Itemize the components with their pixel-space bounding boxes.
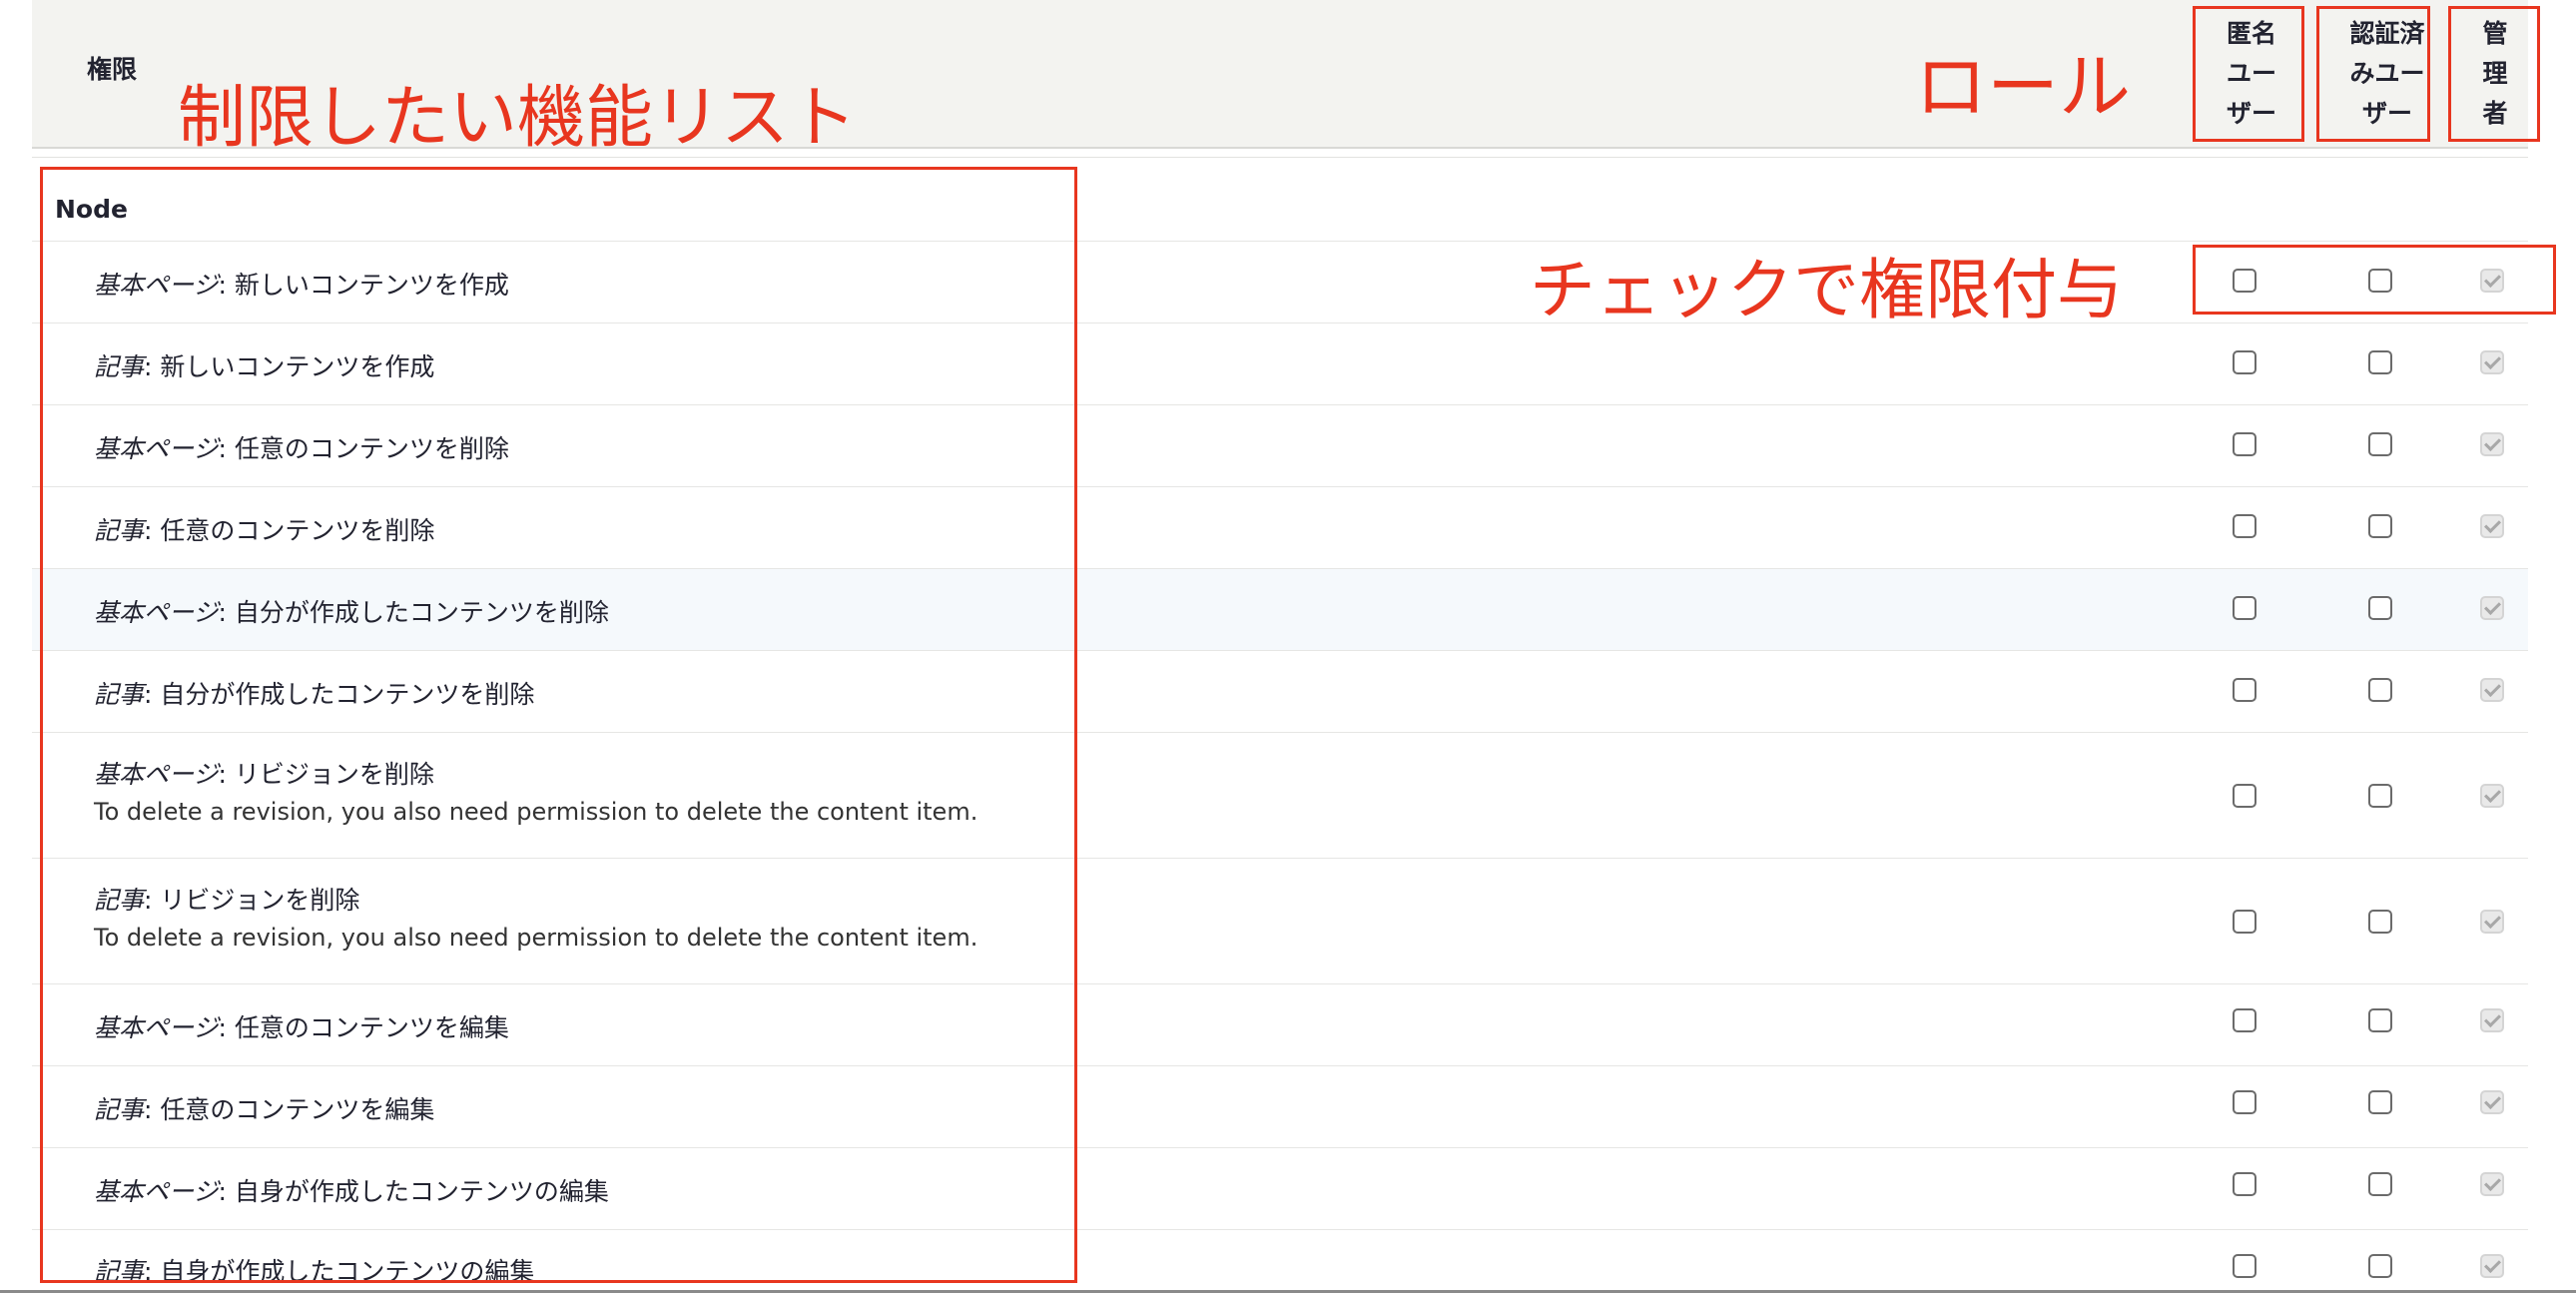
checkbox-administrator: [2480, 514, 2504, 538]
checkbox-authenticated[interactable]: [2368, 678, 2392, 702]
annotation-box-checkboxes: [2193, 245, 2556, 315]
checkbox-anonymous[interactable]: [2233, 1172, 2256, 1196]
checkbox-administrator: [2480, 1008, 2504, 1032]
checkbox-administrator: [2480, 1254, 2504, 1278]
checkbox-administrator: [2480, 432, 2504, 456]
checkbox-anonymous[interactable]: [2233, 514, 2256, 538]
checkbox-authenticated[interactable]: [2368, 514, 2392, 538]
checkbox-administrator: [2480, 1172, 2504, 1196]
checkbox-administrator: [2480, 678, 2504, 702]
checkbox-anonymous[interactable]: [2233, 596, 2256, 620]
checkbox-authenticated[interactable]: [2368, 910, 2392, 934]
annotation-box-role-anonymous: [2193, 6, 2304, 142]
checkbox-anonymous[interactable]: [2233, 784, 2256, 808]
checkbox-administrator: [2480, 350, 2504, 374]
checkbox-authenticated[interactable]: [2368, 1008, 2392, 1032]
checkbox-authenticated[interactable]: [2368, 1254, 2392, 1278]
annotation-box-role-authenticated: [2316, 6, 2430, 142]
annotation-box-feature-list: [40, 167, 1077, 1283]
checkbox-authenticated[interactable]: [2368, 784, 2392, 808]
checkbox-anonymous[interactable]: [2233, 1008, 2256, 1032]
checkbox-administrator: [2480, 596, 2504, 620]
checkbox-anonymous[interactable]: [2233, 910, 2256, 934]
annotation-feature-list: 制限したい機能リスト: [178, 79, 858, 158]
checkbox-authenticated[interactable]: [2368, 596, 2392, 620]
checkbox-anonymous[interactable]: [2233, 350, 2256, 374]
annotation-box-role-administrator: [2448, 6, 2540, 142]
checkbox-authenticated[interactable]: [2368, 1172, 2392, 1196]
checkbox-anonymous[interactable]: [2233, 432, 2256, 456]
checkbox-administrator: [2480, 910, 2504, 934]
permission-column-header: 権限: [87, 55, 138, 84]
checkbox-anonymous[interactable]: [2233, 1254, 2256, 1278]
checkbox-authenticated[interactable]: [2368, 350, 2392, 374]
checkbox-anonymous[interactable]: [2233, 678, 2256, 702]
permissions-page: 権限 匿名 ユー ザー 認証済 みユー ザー 管 理 者 Node 基本ページ:…: [0, 0, 2576, 1296]
checkbox-authenticated[interactable]: [2368, 432, 2392, 456]
window-bottom-edge: [0, 1290, 2576, 1293]
annotation-roles: ロール: [1915, 45, 2132, 129]
checkbox-administrator: [2480, 784, 2504, 808]
checkbox-administrator: [2480, 1090, 2504, 1114]
annotation-check-grant: チェックで権限付与: [1530, 252, 2123, 328]
checkbox-authenticated[interactable]: [2368, 1090, 2392, 1114]
checkbox-anonymous[interactable]: [2233, 1090, 2256, 1114]
